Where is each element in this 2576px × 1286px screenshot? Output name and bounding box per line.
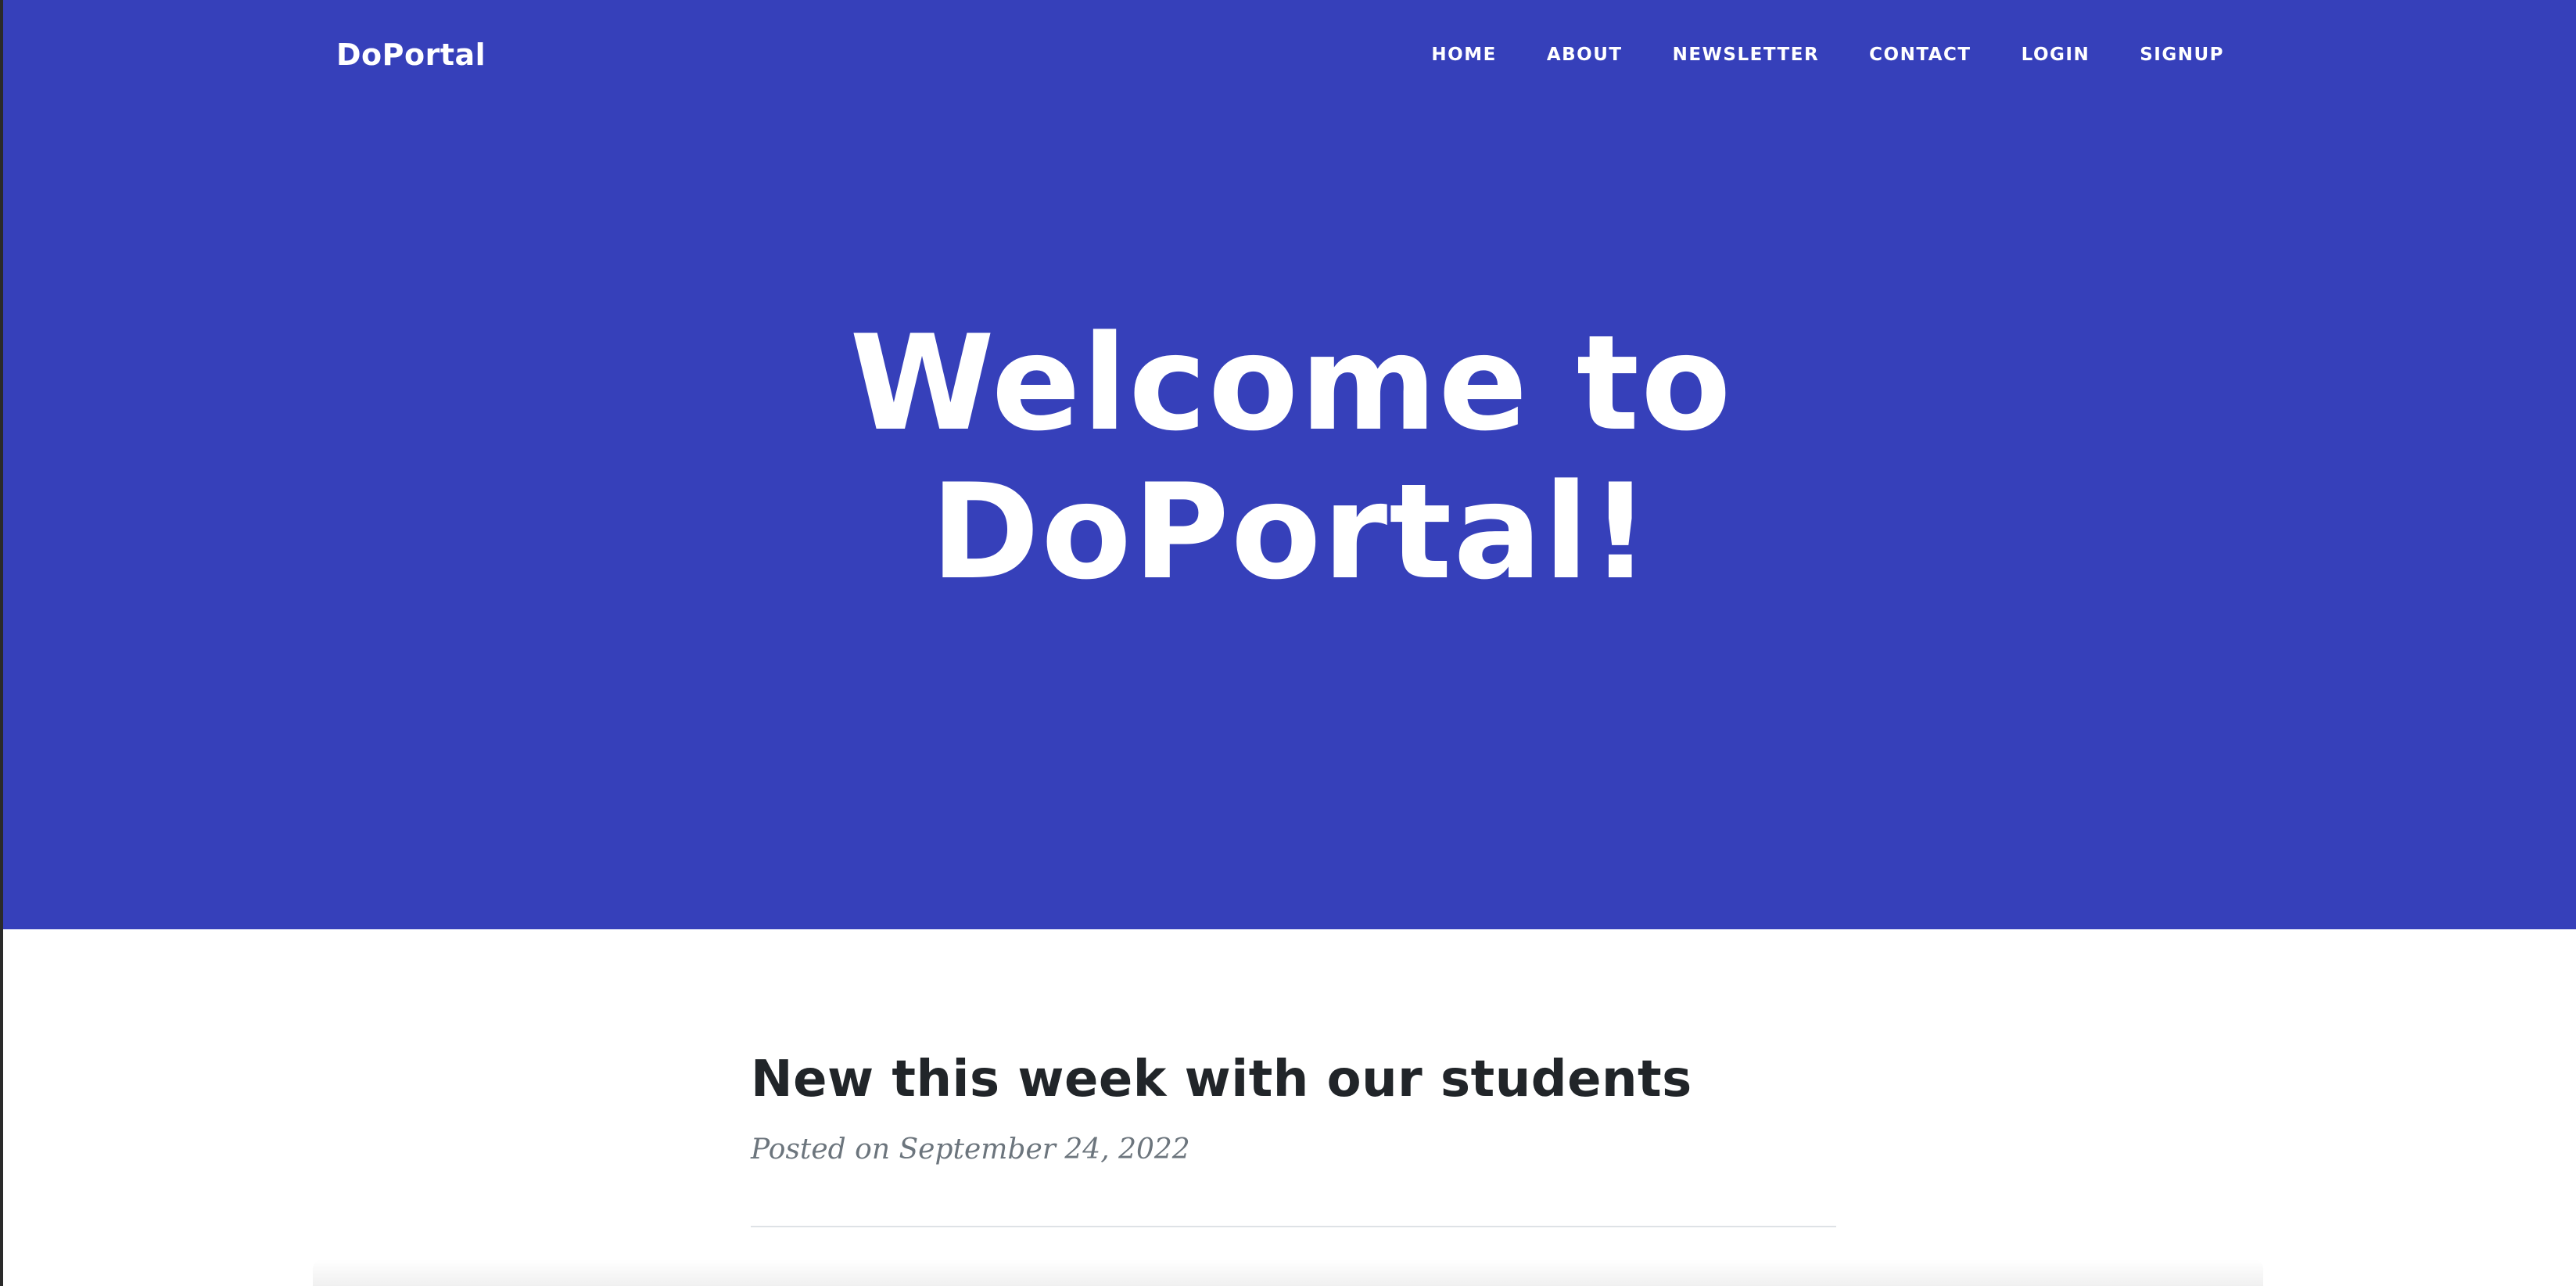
hero-title: Welcome to DoPortal!: [3, 309, 2576, 606]
post-meta: Posted on September 24, 2022: [751, 1133, 1190, 1166]
nav-home[interactable]: HOME: [1431, 33, 1496, 77]
hero-title-line-1: Welcome to: [849, 307, 1733, 460]
post-title[interactable]: New this week with our students: [751, 1040, 1836, 1119]
nav-contact[interactable]: CONTACT: [1869, 33, 1971, 77]
main-nav: HOME ABOUT NEWSLETTER CONTACT LOGIN SIGN…: [1381, 33, 2224, 77]
nav-about[interactable]: ABOUT: [1547, 33, 1623, 77]
nav-login[interactable]: LOGIN: [2022, 33, 2090, 77]
post-preview[interactable]: New this week with our students Posted o…: [751, 1040, 1836, 1170]
bottom-shadow: [313, 1259, 2263, 1286]
post-divider: [751, 1226, 1836, 1227]
nav-signup[interactable]: SIGNUP: [2140, 33, 2224, 77]
nav-newsletter[interactable]: NEWSLETTER: [1673, 33, 1820, 77]
hero-title-line-2: DoPortal!: [930, 455, 1652, 609]
brand-logo[interactable]: DoPortal: [336, 31, 486, 78]
hero-header: DoPortal HOME ABOUT NEWSLETTER CONTACT L…: [3, 0, 2576, 929]
